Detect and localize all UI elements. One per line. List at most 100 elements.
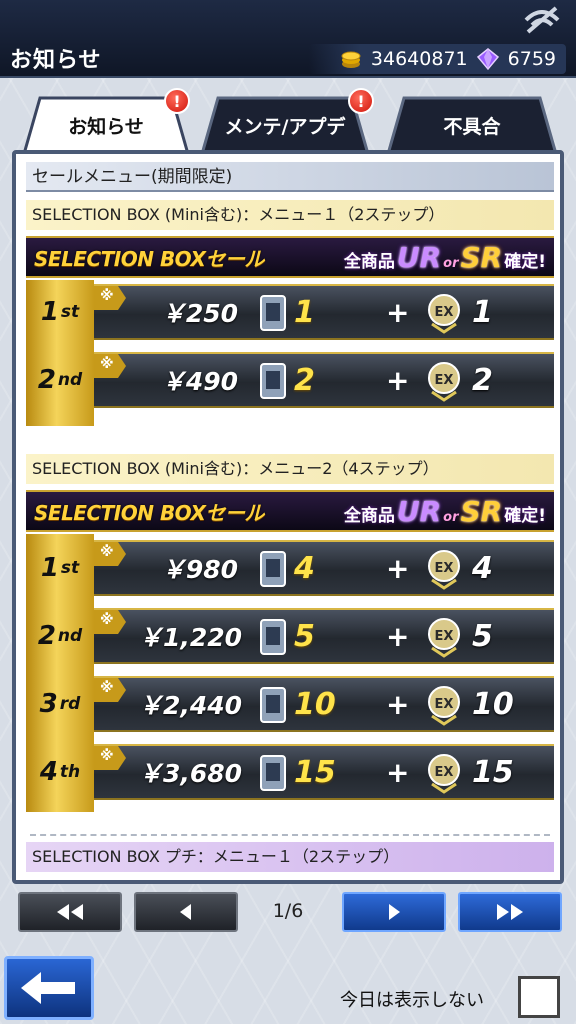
page-title: お知らせ <box>10 48 102 73</box>
currency-display: 34640871 6759 <box>308 44 566 74</box>
svg-text:EX: EX <box>435 629 454 644</box>
step-column: 1st 2nd <box>26 280 94 426</box>
sale-banner: SELECTION BOXセール 全商品 UR or SR 確定! <box>26 236 554 278</box>
svg-text:EX: EX <box>435 305 454 320</box>
banner-guarantee: 全商品 UR or SR 確定! <box>344 241 546 274</box>
tab-label: 不具合 <box>443 115 501 138</box>
right-arrow-icon <box>389 904 400 920</box>
gem-icon <box>476 48 499 71</box>
banner-sr: SR <box>460 494 503 528</box>
price-row[interactable]: ※ ￥3,680 15 + EX 15 <box>94 744 554 800</box>
hide-today-checkbox[interactable] <box>518 976 560 1018</box>
alert-badge-icon: ! <box>164 88 190 114</box>
last-page-button[interactable] <box>458 892 562 932</box>
connection-off-icon <box>524 6 560 34</box>
price: ￥2,440 <box>138 691 243 720</box>
ex-ticket-icon: EX <box>428 362 460 402</box>
price-row[interactable]: ※ ￥2,440 10 + EX 10 <box>94 676 554 732</box>
card-pack-icon <box>260 363 286 399</box>
first-page-button[interactable] <box>18 892 122 932</box>
tab-bugs[interactable]: 不具合 <box>386 96 558 154</box>
plus-sign: + <box>386 755 410 789</box>
pack-quantity: 2 <box>294 362 315 398</box>
ex-quantity: 1 <box>472 294 493 330</box>
svg-text:EX: EX <box>435 765 454 780</box>
price-row[interactable]: ※ ￥980 4 + EX 4 <box>94 540 554 596</box>
back-arrow-icon <box>21 972 75 1004</box>
divider <box>30 834 550 836</box>
banner-sr: SR <box>460 240 503 274</box>
next-page-button[interactable] <box>342 892 446 932</box>
pack-quantity: 5 <box>294 618 315 654</box>
banner-text: 確定! <box>504 251 546 272</box>
step-label: 1st <box>40 553 80 583</box>
note-mark: ※ <box>100 680 114 696</box>
price-row[interactable]: ※ ￥250 1 + EX 1 <box>94 284 554 340</box>
step-label: 3rd <box>39 689 81 719</box>
banner-or: or <box>443 255 459 271</box>
previous-page-button[interactable] <box>134 892 238 932</box>
pack-quantity: 4 <box>294 550 315 586</box>
plus-sign: + <box>386 551 410 585</box>
left-arrow-icon <box>180 904 191 920</box>
note-mark: ※ <box>100 544 114 560</box>
banner-title: SELECTION BOXセール <box>34 500 264 525</box>
pack-quantity: 10 <box>294 686 336 722</box>
hide-today-label: 今日は表示しない <box>340 990 484 1011</box>
banner-or: or <box>443 509 459 525</box>
section-title: セールメニュー(期間限定) <box>26 162 554 192</box>
card-pack-icon <box>260 551 286 587</box>
step-label: 2nd <box>37 621 83 651</box>
double-left-icon <box>57 904 83 920</box>
banner-guarantee: 全商品 UR or SR 確定! <box>344 495 546 528</box>
step-column: 1st 2nd 3rd 4th <box>26 534 94 812</box>
back-button[interactable] <box>4 956 94 1020</box>
price: ￥250 <box>160 299 238 328</box>
note-mark: ※ <box>100 356 114 372</box>
ex-quantity: 15 <box>472 754 514 790</box>
ex-ticket-icon: EX <box>428 550 460 590</box>
alert-badge-icon: ! <box>348 88 374 114</box>
tab-label: お知らせ <box>68 115 144 138</box>
price: ￥980 <box>160 555 238 584</box>
gem-count: 6759 <box>507 48 556 70</box>
card-pack-icon <box>260 619 286 655</box>
price: ￥3,680 <box>138 759 243 788</box>
card-pack-icon <box>260 755 286 791</box>
ex-quantity: 5 <box>472 618 493 654</box>
note-mark: ※ <box>100 748 114 764</box>
menu-label: SELECTION BOX プチ：メニュー１（2ステップ） <box>26 842 554 872</box>
banner-ur: UR <box>396 240 442 274</box>
svg-text:EX: EX <box>435 697 454 712</box>
price: ￥490 <box>160 367 238 396</box>
note-mark: ※ <box>100 612 114 628</box>
ex-quantity: 4 <box>472 550 493 586</box>
step-label: 1st <box>40 297 80 327</box>
card-pack-icon <box>260 295 286 331</box>
pack-quantity: 1 <box>294 294 315 330</box>
plus-sign: + <box>386 363 410 397</box>
notice-content-panel[interactable]: セールメニュー(期間限定) SELECTION BOX (Mini含む)：メニュ… <box>12 150 564 884</box>
price: ￥1,220 <box>138 623 243 652</box>
banner-ur: UR <box>396 494 442 528</box>
menu-label: SELECTION BOX (Mini含む)：メニュー2（4ステップ） <box>26 454 554 484</box>
price-row[interactable]: ※ ￥1,220 5 + EX 5 <box>94 608 554 664</box>
tab-maintenance[interactable]: メンテ/アプデ <box>200 96 370 154</box>
banner-text: 確定! <box>504 505 546 526</box>
card-pack-icon <box>260 687 286 723</box>
plus-sign: + <box>386 619 410 653</box>
banner-title: SELECTION BOXセール <box>34 246 264 271</box>
step-label: 2nd <box>37 365 83 395</box>
price-row[interactable]: ※ ￥490 2 + EX 2 <box>94 352 554 408</box>
coin-count: 34640871 <box>370 48 468 70</box>
ex-ticket-icon: EX <box>428 686 460 726</box>
ex-ticket-icon: EX <box>428 618 460 658</box>
page-indicator: 1/6 <box>272 900 304 922</box>
step-label: 4th <box>39 757 81 787</box>
svg-text:EX: EX <box>435 373 454 388</box>
header-bar: お知らせ 34640871 6759 <box>0 0 576 78</box>
tab-label: メンテ/アプデ <box>224 115 346 138</box>
banner-text: 全商品 <box>343 251 395 272</box>
ex-quantity: 2 <box>472 362 493 398</box>
plus-sign: + <box>386 687 410 721</box>
